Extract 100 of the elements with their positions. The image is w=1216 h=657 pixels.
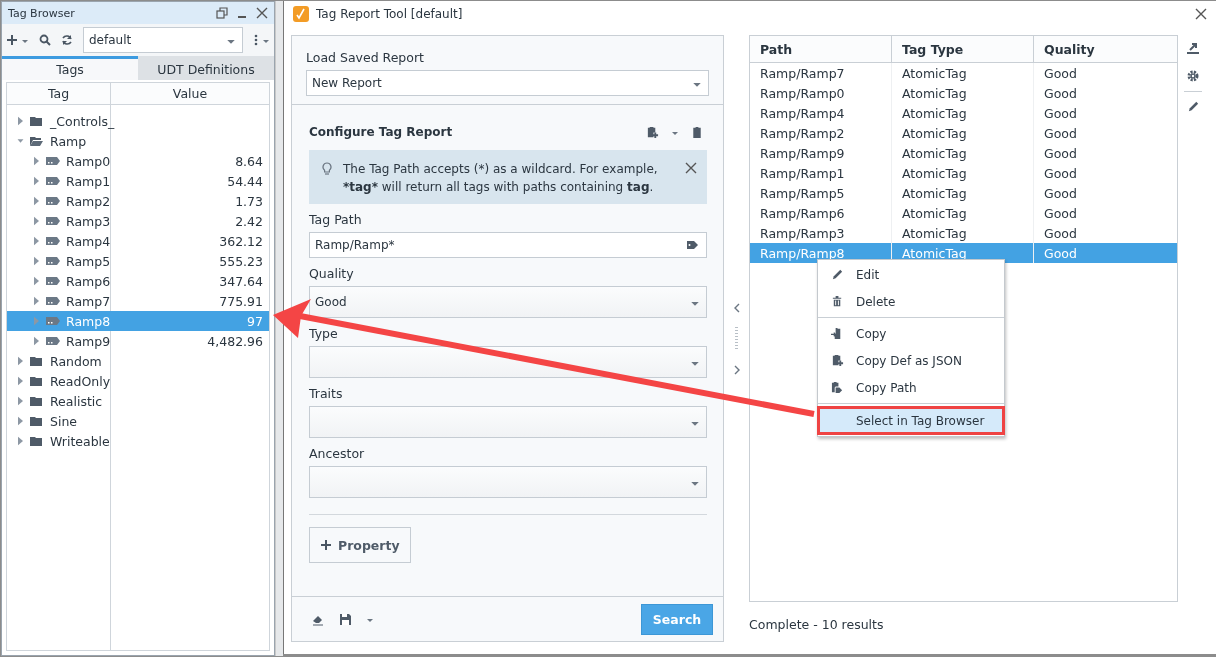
expand-arrow-icon[interactable]: [17, 116, 24, 126]
expand-arrow-icon[interactable]: [17, 416, 24, 426]
splitter-grip[interactable]: [735, 326, 738, 351]
table-row[interactable]: Ramp/Ramp2 AtomicTag Good: [750, 123, 1177, 143]
close-icon[interactable]: [685, 162, 697, 174]
table-row[interactable]: Ramp/Ramp9 AtomicTag Good: [750, 143, 1177, 163]
table-cell-text: Good: [1043, 84, 1078, 103]
column-header[interactable]: Tag Type: [892, 36, 1034, 62]
dropdown-field[interactable]: [309, 406, 707, 438]
tag-icon: [45, 294, 61, 308]
tree-row[interactable]: Ramp2 1.73: [7, 191, 269, 211]
table-cell-text: Good: [1043, 104, 1078, 123]
tree-row[interactable]: Writeable: [7, 431, 269, 451]
more-options-button[interactable]: [253, 34, 270, 46]
table-row[interactable]: Ramp/Ramp4 AtomicTag Good: [750, 103, 1177, 123]
close-icon[interactable]: [1195, 8, 1207, 20]
menu-item[interactable]: Select in Tag Browser: [818, 407, 1004, 434]
folder-icon: [29, 414, 45, 428]
dropdown-field[interactable]: [309, 346, 707, 378]
menu-item[interactable]: Copy: [818, 320, 1004, 347]
expand-arrow-icon[interactable]: [17, 396, 24, 406]
folder-icon: [29, 374, 45, 388]
clipboard-icon[interactable]: [691, 125, 703, 139]
table-row[interactable]: Ramp/Ramp1 AtomicTag Good: [750, 163, 1177, 183]
tree-item-label: Ramp9: [66, 333, 111, 349]
plus-icon: [6, 34, 18, 46]
add-button[interactable]: [6, 34, 29, 46]
tag-icon: [45, 274, 61, 288]
tag-value: 555.23: [219, 253, 263, 269]
chevron-left-icon[interactable]: [732, 302, 741, 313]
tree-item-label: Ramp1: [66, 173, 111, 189]
restore-icon[interactable]: [216, 7, 228, 19]
folder-icon: [29, 134, 45, 148]
expand-arrow-icon[interactable]: [17, 376, 24, 386]
dropdown-field[interactable]: Good: [309, 286, 707, 318]
saved-report-dropdown[interactable]: New Report: [306, 70, 709, 96]
export-icon[interactable]: [1186, 41, 1200, 55]
table-cell: AtomicTag: [892, 103, 1034, 123]
field-label: Ancestor: [309, 446, 365, 461]
tree-item-label: Ramp6: [66, 273, 111, 289]
menu-item[interactable]: Copy Def as JSON: [818, 347, 1004, 374]
tag-icon: [45, 174, 61, 188]
column-header[interactable]: Value: [111, 83, 269, 104]
expand-arrow-icon[interactable]: [17, 436, 24, 446]
column-header[interactable]: Tag: [7, 83, 111, 104]
tree-item-label: Realistic: [50, 393, 103, 409]
table-row[interactable]: Ramp/Ramp0 AtomicTag Good: [750, 83, 1177, 103]
table-cell-text: Good: [1043, 144, 1078, 163]
menu-item[interactable]: Delete: [818, 288, 1004, 315]
close-icon[interactable]: [256, 7, 268, 19]
tree-row[interactable]: Ramp3 2.42: [7, 211, 269, 231]
collapse-arrow-icon[interactable]: [17, 136, 24, 146]
field-label: Quality: [309, 266, 354, 281]
tag-value: 4,482.96: [207, 333, 263, 349]
tree-row[interactable]: _Controls_: [7, 111, 269, 131]
splitter-handle[interactable]: [275, 1, 283, 656]
tree-row[interactable]: Sine: [7, 411, 269, 431]
tree-row[interactable]: Random: [7, 351, 269, 371]
folder-icon: [29, 394, 45, 408]
tree-row[interactable]: Ramp: [7, 131, 269, 151]
tree-row[interactable]: Ramp4 362.12: [7, 231, 269, 251]
expand-arrow-icon[interactable]: [17, 356, 24, 366]
add-property-button[interactable]: Property: [309, 527, 411, 563]
tree-row[interactable]: Ramp7 775.91: [7, 291, 269, 311]
menu-item[interactable]: Edit: [818, 261, 1004, 288]
dropdown-field[interactable]: [309, 466, 707, 498]
tree-item-label: Ramp3: [66, 213, 111, 229]
tag-icon: [45, 254, 61, 268]
table-row[interactable]: Ramp/Ramp6 AtomicTag Good: [750, 203, 1177, 223]
tree-row[interactable]: Ramp9 4,482.96: [7, 331, 269, 351]
tag-icon: [45, 314, 61, 328]
tree-row[interactable]: Ramp5 555.23: [7, 251, 269, 271]
provider-dropdown[interactable]: default: [83, 27, 243, 53]
chevron-right-icon[interactable]: [732, 364, 741, 375]
table-cell: Ramp/Ramp7: [750, 63, 892, 83]
more-icon: [253, 34, 259, 46]
search-icon[interactable]: [39, 34, 51, 46]
edit-icon[interactable]: [1186, 100, 1200, 113]
paste-icon[interactable]: [646, 125, 659, 139]
settings-icon[interactable]: [1186, 69, 1200, 83]
tab[interactable]: UDT Definitions: [138, 56, 274, 80]
column-header[interactable]: Path: [750, 36, 892, 62]
tag-icon: [45, 334, 61, 348]
tree-item-label: _Controls_: [50, 113, 115, 129]
tree-row[interactable]: Ramp6 347.64: [7, 271, 269, 291]
tree-row[interactable]: ReadOnly: [7, 371, 269, 391]
input-field[interactable]: Ramp/Ramp*: [309, 232, 707, 258]
refresh-icon[interactable]: [61, 34, 73, 46]
menu-item[interactable]: Copy Path: [818, 374, 1004, 401]
tree-row[interactable]: Ramp0 8.64: [7, 151, 269, 171]
table-row[interactable]: Ramp/Ramp5 AtomicTag Good: [750, 183, 1177, 203]
lightbulb-icon: [321, 162, 333, 176]
tree-row[interactable]: Ramp1 54.44: [7, 171, 269, 191]
save-icon[interactable]: [339, 612, 352, 626]
table-cell-text: Good: [1043, 124, 1078, 143]
column-header[interactable]: Quality: [1034, 36, 1177, 62]
tag-value: 97: [247, 313, 263, 329]
tab[interactable]: Tags: [2, 56, 138, 80]
table-row[interactable]: Ramp/Ramp7 AtomicTag Good: [750, 63, 1177, 83]
tree-row[interactable]: Realistic: [7, 391, 269, 411]
